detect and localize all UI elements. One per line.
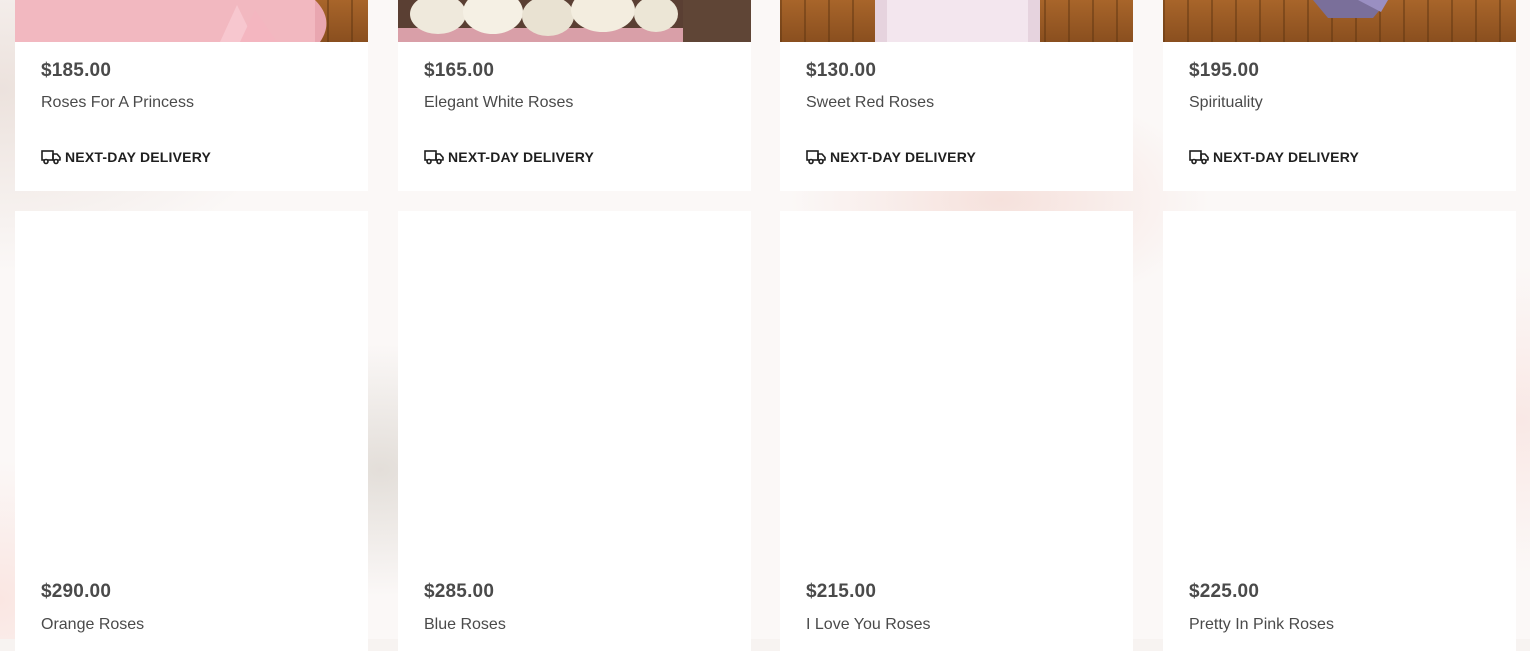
product-card-i-love-you-roses[interactable]: $215.00 I Love You Roses [780, 211, 1133, 651]
product-card-blue-roses[interactable]: $285.00 Blue Roses [398, 211, 751, 651]
product-image[interactable] [398, 0, 751, 42]
product-image[interactable] [780, 0, 1133, 42]
product-name[interactable]: Sweet Red Roses [806, 94, 934, 112]
product-name[interactable]: Blue Roses [424, 616, 506, 634]
delivery-badge: NEXT-DAY DELIVERY [424, 148, 594, 166]
product-image[interactable] [15, 0, 368, 42]
product-card-orange-roses[interactable]: $290.00 Orange Roses [15, 211, 368, 651]
product-card-sweet-red-roses[interactable]: $130.00 Sweet Red Roses NEXT-DAY DELIVER… [780, 0, 1133, 191]
product-price[interactable]: $130.00 [806, 60, 876, 82]
delivery-truck-icon [806, 150, 826, 165]
delivery-truck-icon [424, 150, 444, 165]
product-price[interactable]: $215.00 [806, 581, 876, 603]
delivery-label: NEXT-DAY DELIVERY [830, 149, 977, 165]
delivery-label: NEXT-DAY DELIVERY [1213, 149, 1360, 165]
product-name[interactable]: Elegant White Roses [424, 94, 573, 112]
product-price[interactable]: $285.00 [424, 581, 494, 603]
product-image-art [15, 0, 327, 42]
product-price[interactable]: $225.00 [1189, 581, 1259, 603]
product-card-pretty-in-pink-roses[interactable]: $225.00 Pretty In Pink Roses [1163, 211, 1516, 651]
product-name[interactable]: Spirituality [1189, 94, 1263, 112]
delivery-truck-icon [41, 150, 61, 165]
delivery-badge: NEXT-DAY DELIVERY [1189, 148, 1359, 166]
product-grid: $185.00 Roses For A Princess NEXT-DAY DE… [0, 0, 1530, 651]
product-price[interactable]: $290.00 [41, 581, 111, 603]
product-image-art [398, 0, 751, 42]
product-name[interactable]: I Love You Roses [806, 616, 931, 634]
product-card-elegant-white-roses[interactable]: $165.00 Elegant White Roses NEXT-DAY DEL… [398, 0, 751, 191]
product-image[interactable] [1163, 0, 1516, 42]
delivery-label: NEXT-DAY DELIVERY [448, 149, 595, 165]
product-name[interactable]: Orange Roses [41, 616, 144, 634]
product-price[interactable]: $195.00 [1189, 60, 1259, 82]
product-price[interactable]: $185.00 [41, 60, 111, 82]
product-image-art [1313, 0, 1388, 18]
delivery-truck-icon [1189, 150, 1209, 165]
product-name[interactable]: Roses For A Princess [41, 94, 194, 112]
product-card-spirituality[interactable]: $195.00 Spirituality NEXT-DAY DELIVERY [1163, 0, 1516, 191]
delivery-label: NEXT-DAY DELIVERY [65, 149, 212, 165]
product-image-art [875, 0, 1040, 42]
product-name[interactable]: Pretty In Pink Roses [1189, 616, 1334, 634]
delivery-badge: NEXT-DAY DELIVERY [806, 148, 976, 166]
product-card-roses-for-a-princess[interactable]: $185.00 Roses For A Princess NEXT-DAY DE… [15, 0, 368, 191]
delivery-badge: NEXT-DAY DELIVERY [41, 148, 211, 166]
product-price[interactable]: $165.00 [424, 60, 494, 82]
